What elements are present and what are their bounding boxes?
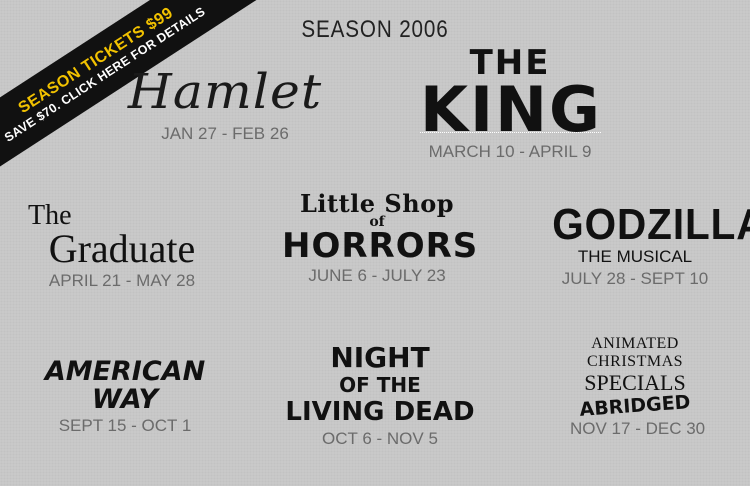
show-little-shop-of-horrors[interactable]: Little Shop of HORRORS JUNE 6 - JULY 23 — [282, 189, 479, 286]
show-title: HORRORS — [282, 226, 479, 266]
show-title: KING — [420, 73, 602, 146]
show-dates: APRIL 21 - MAY 28 — [48, 271, 196, 290]
show-subtitle: ABRIDGED — [578, 391, 692, 421]
show-title: GODZILLA — [552, 200, 750, 249]
show-american-way[interactable]: AMERICAN WAY SEPT 15 - OCT 1 — [25, 358, 225, 436]
show-title-top: NIGHT — [330, 341, 430, 374]
show-godzilla[interactable]: GODZILLA THE MUSICAL JULY 28 - SEPT 10 — [545, 200, 750, 289]
show-dates: JULY 28 - SEPT 10 — [561, 269, 709, 288]
show-animated-christmas-specials[interactable]: ANIMATED CHRISTMAS SPECIALS ABRIDGED NOV… — [570, 335, 706, 439]
show-subtitle: THE MUSICAL — [577, 247, 693, 266]
show-dates: NOV 17 - DEC 30 — [570, 419, 706, 438]
show-dates: OCT 6 - NOV 5 — [322, 429, 438, 448]
show-dates: JAN 27 - FEB 26 — [161, 124, 289, 143]
show-title-top: ANIMATED — [591, 335, 679, 352]
show-title-top: AMERICAN — [44, 356, 206, 387]
show-the-king[interactable]: THE KING MARCH 10 - APRIL 9 — [420, 46, 600, 162]
show-title-top: Little Shop — [300, 189, 454, 218]
show-night-of-the-living-dead[interactable]: NIGHT OF THE LIVING DEAD OCT 6 - NOV 5 — [280, 343, 480, 449]
show-title: Hamlet — [127, 64, 323, 120]
show-title: LIVING DEAD — [285, 397, 475, 427]
show-hamlet[interactable]: Hamlet JAN 27 - FEB 26 — [120, 62, 330, 144]
show-the-graduate[interactable]: The Graduate APRIL 21 - MAY 28 — [22, 202, 222, 291]
show-title-mid: OF THE — [339, 373, 421, 397]
show-title-mid: CHRISTMAS — [586, 353, 684, 370]
show-dates: JUNE 6 - JULY 23 — [308, 266, 446, 285]
show-dates: MARCH 10 - APRIL 9 — [428, 142, 592, 161]
show-dates: SEPT 15 - OCT 1 — [58, 416, 192, 435]
show-title: WAY — [91, 384, 159, 415]
show-title: Graduate — [48, 226, 196, 271]
